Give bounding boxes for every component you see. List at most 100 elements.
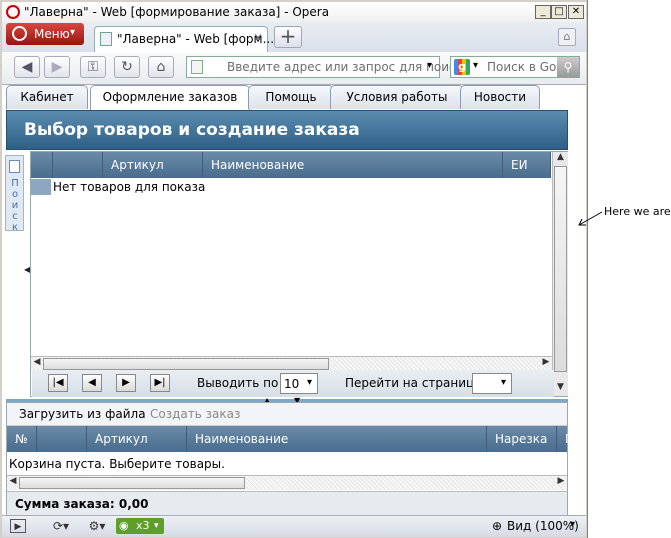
trash-icon[interactable]: ⌂	[558, 28, 576, 46]
panel-toggle-icon[interactable]: ▶	[10, 519, 26, 533]
annotation-arrow	[578, 211, 603, 226]
new-tab-button[interactable]: +	[274, 26, 302, 48]
scroll-left-arrow[interactable]: ◀	[7, 476, 19, 490]
page-title: Выбор товаров и создание заказа	[24, 120, 360, 140]
scroll-up-arrow[interactable]: ▲	[553, 152, 568, 166]
tab-conditions[interactable]: Условия работы	[330, 85, 464, 109]
key-icon[interactable]: ⚿	[80, 56, 106, 78]
home-button[interactable]: ⌂	[148, 56, 174, 78]
browser-window: "Лаверна" - Web [формирование заказа] - …	[0, 0, 588, 538]
search-field[interactable]: g ▾ Поиск в Goog ⚲	[450, 56, 580, 78]
search-panel-toggle[interactable]: Поиск	[5, 155, 24, 233]
unite-icon[interactable]: ⚙▾	[84, 519, 110, 533]
scroll-thumb[interactable]	[554, 166, 567, 372]
goto-page-label: Перейти на страницу	[345, 376, 482, 390]
page-content: Кабинет Оформление заказов Помощь Услови…	[2, 85, 586, 520]
prev-page-button[interactable]: ◀	[82, 374, 102, 392]
column-header-blank[interactable]	[53, 152, 103, 178]
reload-button[interactable]: ↻	[114, 56, 140, 78]
column-header-name[interactable]: Наименование	[187, 426, 487, 452]
menu-label: Меню	[34, 27, 70, 41]
close-tab-icon[interactable]: ✕	[253, 31, 263, 45]
column-header-cutting[interactable]: Нарезка	[487, 426, 557, 452]
empty-message: Нет товаров для показа	[53, 180, 206, 194]
window-title: "Лаверна" - Web [формирование заказа] - …	[24, 5, 330, 19]
column-header-name[interactable]: Наименование	[203, 152, 503, 178]
close-window-button[interactable]: ✕	[568, 5, 584, 19]
zoom-icon[interactable]: ⊕	[492, 519, 502, 533]
goto-page-select[interactable]: ▾	[472, 373, 512, 394]
cart-panel: Загрузить из файла Создать заказ № Артик…	[6, 402, 574, 520]
column-header-article[interactable]: Артикул	[103, 152, 203, 178]
row-selector	[31, 179, 51, 195]
next-page-button[interactable]: ▶	[116, 374, 136, 392]
page-icon	[191, 60, 203, 74]
column-header-blank[interactable]	[37, 426, 87, 452]
tab-strip: Меню ▾ "Лаверна" - Web [форм... ✕ + ⌂	[2, 22, 586, 52]
cart-grid-header: № Артикул Наименование Нарезка П	[7, 426, 574, 452]
chevron-down-icon[interactable]: ▾	[473, 60, 478, 71]
turbo-icon: ◉	[119, 519, 129, 532]
pager: |◀ ◀ ▶ ▶| Выводить по 10 ▾ Перейти на ст…	[32, 370, 554, 397]
tab-cabinet[interactable]: Кабинет	[6, 85, 88, 109]
chevron-down-icon: ▾	[154, 521, 159, 531]
google-icon[interactable]: g	[454, 59, 470, 75]
order-sum-bar: Сумма заказа: 0,00	[7, 491, 567, 518]
cart-empty-message: Корзина пуста. Выберите товары.	[9, 457, 225, 471]
cart-toolbar: Загрузить из файла Создать заказ	[7, 403, 567, 426]
chevron-down-icon: ▾	[307, 377, 313, 388]
column-header-number[interactable]: №	[7, 426, 37, 452]
back-button[interactable]: ◀	[14, 56, 40, 78]
turbo-label: x3	[136, 519, 150, 532]
per-page-value: 10	[284, 377, 300, 391]
maximize-button[interactable]: □	[551, 5, 567, 19]
address-field[interactable]: Введите адрес или запрос для поиска ▾	[186, 56, 470, 78]
panel-icon	[9, 160, 20, 173]
title-bar: "Лаверна" - Web [формирование заказа] - …	[2, 2, 586, 22]
chevron-down-icon: ▾	[70, 27, 76, 38]
column-header-article[interactable]: Артикул	[87, 426, 187, 452]
chevron-down-icon: ▾	[501, 377, 507, 388]
zoom-level[interactable]: Вид (100%)	[507, 519, 579, 533]
tab-title: "Лаверна" - Web [форм...	[117, 32, 275, 46]
opera-logo-icon	[6, 5, 20, 19]
tab-news[interactable]: Новости	[460, 85, 540, 109]
column-header-more[interactable]: П	[557, 426, 574, 452]
opera-menu-button[interactable]: Меню ▾	[6, 23, 84, 45]
page-icon	[100, 32, 112, 46]
scroll-thumb[interactable]	[19, 477, 245, 489]
scroll-right-arrow[interactable]: ▶	[540, 357, 552, 371]
first-page-button[interactable]: |◀	[48, 374, 68, 392]
order-sum: Сумма заказа: 0,00	[15, 497, 149, 511]
horizontal-scrollbar[interactable]: ◀ ▶	[31, 356, 552, 371]
scroll-right-arrow[interactable]: ▶	[555, 476, 567, 490]
chevron-down-icon[interactable]: ▾	[570, 519, 575, 530]
scroll-left-arrow[interactable]: ◀	[31, 357, 43, 371]
scroll-down-arrow[interactable]: ▼	[553, 382, 568, 396]
forward-button[interactable]: ▶	[44, 56, 70, 78]
address-placeholder: Введите адрес или запрос для поиска	[227, 60, 471, 74]
per-page-select[interactable]: 10 ▾	[280, 373, 318, 394]
minimize-button[interactable]: _	[535, 5, 551, 19]
per-page-label: Выводить по	[197, 376, 279, 390]
vertical-scrollbar[interactable]: ▲ ▼	[552, 152, 568, 396]
last-page-button[interactable]: ▶|	[150, 374, 170, 392]
sync-icon[interactable]: ⟳▾	[48, 519, 74, 533]
chevron-down-icon[interactable]: ▾	[427, 60, 432, 71]
turbo-button[interactable]: ◉ x3 ▾	[116, 518, 164, 534]
create-order-button[interactable]: Создать заказ	[150, 407, 240, 421]
column-header-check[interactable]	[31, 152, 53, 178]
navigation-bar: ◀ ▶ ⚿ ↻ ⌂ Введите адрес или запрос для п…	[2, 52, 586, 85]
browser-tab[interactable]: "Лаверна" - Web [форм... ✕	[94, 26, 274, 52]
cart-horizontal-scrollbar[interactable]: ◀ ▶	[7, 475, 567, 490]
tab-orders[interactable]: Оформление заказов	[90, 85, 250, 110]
column-header-unit[interactable]: ЕИ	[503, 152, 551, 178]
scroll-thumb[interactable]	[43, 358, 329, 370]
products-grid: Артикул Наименование ЕИ Нет товаров для …	[30, 151, 568, 397]
tab-help[interactable]: Помощь	[248, 85, 334, 109]
search-icon[interactable]: ⚲	[557, 57, 579, 77]
load-from-file-button[interactable]: Загрузить из файла	[19, 407, 146, 421]
products-grid-header: Артикул Наименование ЕИ	[31, 152, 551, 178]
search-panel-label: Поиск	[11, 178, 19, 233]
annotation-text: Here we are	[604, 205, 671, 218]
